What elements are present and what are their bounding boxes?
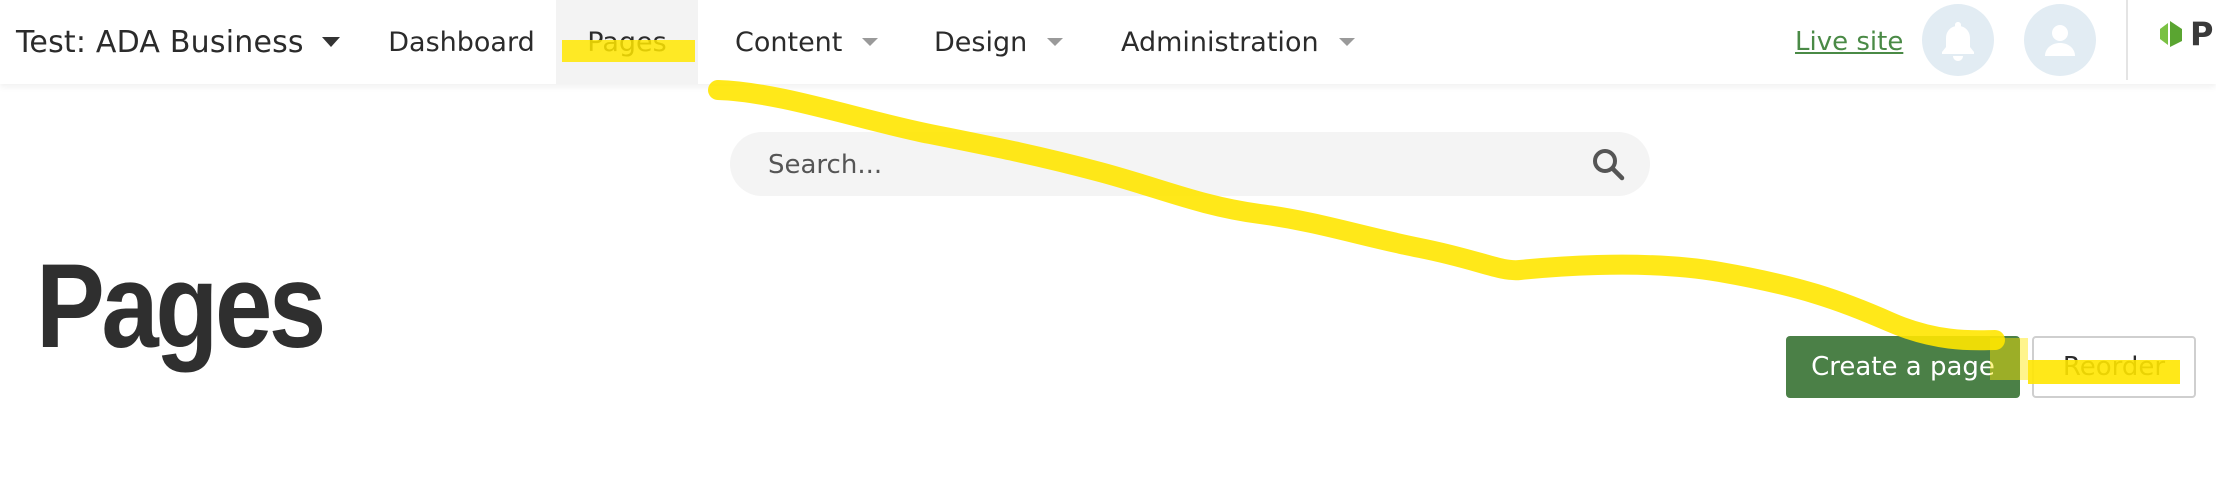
nav-item-label: Content xyxy=(735,26,843,58)
nav-item-label: Design xyxy=(934,26,1028,58)
reorder-button[interactable]: Reorder xyxy=(2032,336,2196,398)
nav-item-content[interactable]: Content xyxy=(735,0,879,84)
brand-logo: P xyxy=(2158,12,2213,56)
create-page-button[interactable]: Create a page xyxy=(1786,336,2020,398)
nav-item-label: Administration xyxy=(1121,26,1319,58)
nav-item-dashboard[interactable]: Dashboard xyxy=(369,0,554,84)
chevron-down-icon xyxy=(862,38,879,46)
chevron-down-icon xyxy=(321,37,340,47)
nav-item-label: Dashboard xyxy=(388,26,535,58)
site-name: Test: ADA Business xyxy=(16,24,304,60)
nav-item-administration[interactable]: Administration xyxy=(1121,0,1355,84)
bell-icon xyxy=(1942,22,1974,61)
search-bar xyxy=(730,132,1650,198)
site-switcher[interactable]: Test: ADA Business xyxy=(16,18,340,66)
user-menu-button[interactable] xyxy=(2024,4,2096,76)
chevron-down-icon xyxy=(1338,38,1355,46)
user-icon xyxy=(2045,25,2075,56)
page-title: Pages xyxy=(36,239,326,373)
search-icon[interactable] xyxy=(1590,146,1626,182)
header-divider xyxy=(2126,0,2128,80)
top-navigation-bar: Test: ADA Business Dashboard Pages Conte… xyxy=(0,0,2216,84)
chevron-down-icon xyxy=(1047,38,1064,46)
nav-item-design[interactable]: Design xyxy=(934,0,1064,84)
live-site-link[interactable]: Live site xyxy=(1795,20,1903,64)
search-input[interactable] xyxy=(766,132,1570,198)
highlight-stroke xyxy=(708,80,2005,351)
brand-text: P xyxy=(2190,15,2214,53)
cms-pages-screen: Test: ADA Business Dashboard Pages Conte… xyxy=(0,0,2216,480)
nav-item-pages[interactable]: Pages xyxy=(556,0,698,84)
nav-item-label: Pages xyxy=(587,26,667,58)
brand-mark-icon xyxy=(2160,21,2182,47)
notifications-button[interactable] xyxy=(1922,4,1994,76)
